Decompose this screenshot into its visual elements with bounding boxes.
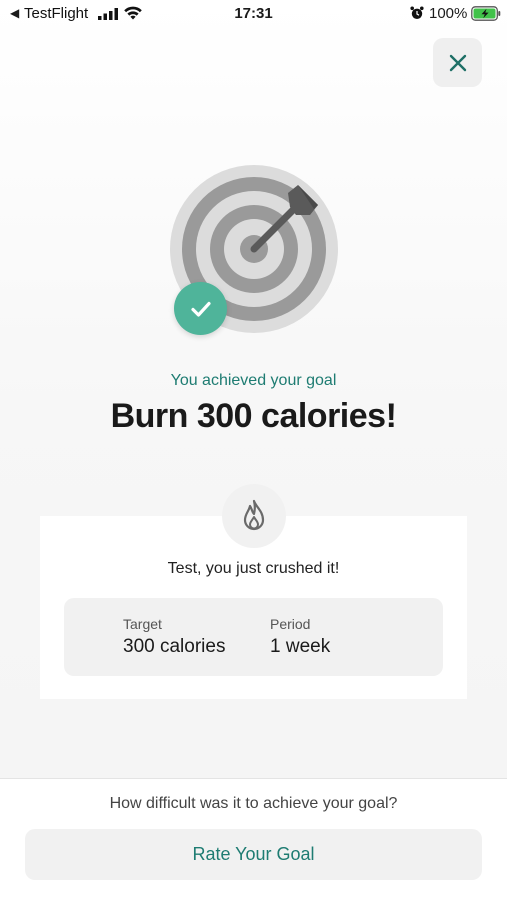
success-badge	[174, 282, 227, 335]
stat-value: 300 calories	[123, 636, 226, 657]
flame-icon	[243, 499, 265, 531]
stat-target: Target 300 calories	[123, 616, 225, 658]
close-button[interactable]	[433, 38, 482, 87]
flame-badge	[222, 484, 286, 548]
alarm-icon	[410, 6, 424, 19]
close-icon	[449, 54, 466, 71]
rate-goal-button[interactable]: Rate Your Goal	[25, 829, 482, 880]
congrats-message: Test, you just crushed it!	[167, 560, 340, 577]
goal-stats-panel: Target 300 calories Period 1 week	[64, 598, 443, 676]
battery-charging-icon	[471, 6, 501, 21]
difficulty-question: How difficult was it to achieve your goa…	[109, 795, 398, 812]
goal-title: Burn 300 calories!	[110, 397, 397, 435]
check-icon	[190, 301, 211, 317]
stat-period: Period 1 week	[270, 616, 330, 658]
goal-achieved-subtitle: You achieved your goal	[170, 372, 337, 389]
status-bar: ◀ TestFlight 17:31 100%	[0, 0, 507, 28]
stat-label: Target	[123, 616, 162, 632]
stat-value: 1 week	[270, 636, 331, 657]
battery-percent: 100%	[429, 5, 468, 22]
stat-label: Period	[270, 616, 311, 632]
